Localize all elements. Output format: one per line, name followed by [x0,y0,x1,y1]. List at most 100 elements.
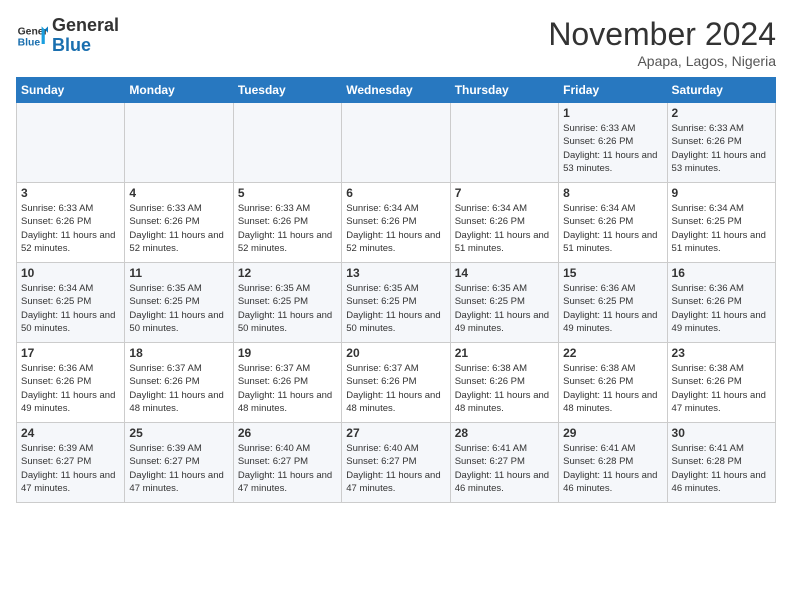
week-row-4: 17Sunrise: 6:36 AM Sunset: 6:26 PM Dayli… [17,343,776,423]
day-number: 6 [346,186,445,200]
logo: General Blue General Blue [16,16,119,56]
day-info: Sunrise: 6:40 AM Sunset: 6:27 PM Dayligh… [238,442,337,495]
svg-text:Blue: Blue [18,37,41,48]
day-number: 27 [346,426,445,440]
day-number: 10 [21,266,120,280]
calendar-cell: 8 Sunrise: 6:34 AM Sunset: 6:26 PM Daylig… [559,183,667,263]
day-header-wednesday: Wednesday [342,78,450,103]
day-info: Sunrise: 6:41 AM Sunset: 6:27 PM Dayligh… [455,442,554,495]
day-info: Sunrise: 6:37 AM Sunset: 6:26 PM Dayligh… [346,362,445,415]
day-info: Sunrise: 6:38 AM Sunset: 6:26 PM Dayligh… [672,362,771,415]
calendar-cell: 28 Sunrise: 6:41 AM Sunset: 6:27 PM Dayli… [450,423,558,503]
day-info: Sunrise: 6:35 AM Sunset: 6:25 PM Dayligh… [455,282,554,335]
calendar-cell: 25Sunrise: 6:39 AM Sunset: 6:27 PM Dayli… [125,423,233,503]
calendar-cell: 10Sunrise: 6:34 AM Sunset: 6:25 PM Dayli… [17,263,125,343]
day-number: 23 [672,346,771,360]
calendar-cell: 7 Sunrise: 6:34 AM Sunset: 6:26 PM Daylig… [450,183,558,263]
day-number: 18 [129,346,228,360]
day-number: 8 [563,186,662,200]
calendar-cell: 23 Sunrise: 6:38 AM Sunset: 6:26 PM Dayli… [667,343,775,423]
month-title: November 2024 [548,16,776,53]
day-header-friday: Friday [559,78,667,103]
calendar-cell: 2 Sunrise: 6:33 AM Sunset: 6:26 PM Daylig… [667,103,775,183]
day-number: 26 [238,426,337,440]
logo-text: General Blue [52,16,119,56]
day-info: Sunrise: 6:36 AM Sunset: 6:25 PM Dayligh… [563,282,662,335]
title-block: November 2024 Apapa, Lagos, Nigeria [548,16,776,69]
day-info: Sunrise: 6:37 AM Sunset: 6:26 PM Dayligh… [129,362,228,415]
calendar-cell: 20 Sunrise: 6:37 AM Sunset: 6:26 PM Dayli… [342,343,450,423]
calendar-cell: 29Sunrise: 6:41 AM Sunset: 6:28 PM Dayli… [559,423,667,503]
day-info: Sunrise: 6:33 AM Sunset: 6:26 PM Dayligh… [21,202,120,255]
day-header-tuesday: Tuesday [233,78,341,103]
day-header-thursday: Thursday [450,78,558,103]
day-info: Sunrise: 6:38 AM Sunset: 6:26 PM Dayligh… [455,362,554,415]
day-number: 13 [346,266,445,280]
calendar-cell: 13 Sunrise: 6:35 AM Sunset: 6:25 PM Dayli… [342,263,450,343]
day-number: 28 [455,426,554,440]
day-info: Sunrise: 6:33 AM Sunset: 6:26 PM Dayligh… [129,202,228,255]
day-number: 14 [455,266,554,280]
day-info: Sunrise: 6:41 AM Sunset: 6:28 PM Dayligh… [672,442,771,495]
day-info: Sunrise: 6:40 AM Sunset: 6:27 PM Dayligh… [346,442,445,495]
day-info: Sunrise: 6:33 AM Sunset: 6:26 PM Dayligh… [563,122,662,175]
day-number: 1 [563,106,662,120]
day-info: Sunrise: 6:41 AM Sunset: 6:28 PM Dayligh… [563,442,662,495]
day-info: Sunrise: 6:38 AM Sunset: 6:26 PM Dayligh… [563,362,662,415]
day-number: 21 [455,346,554,360]
day-number: 16 [672,266,771,280]
calendar-cell: 1 Sunrise: 6:33 AM Sunset: 6:26 PM Daylig… [559,103,667,183]
calendar-cell: 30 Sunrise: 6:41 AM Sunset: 6:28 PM Dayli… [667,423,775,503]
calendar-cell: 12Sunrise: 6:35 AM Sunset: 6:25 PM Dayli… [233,263,341,343]
day-number: 11 [129,266,228,280]
day-header-monday: Monday [125,78,233,103]
day-number: 17 [21,346,120,360]
page-header: General Blue General Blue November 2024 … [16,16,776,69]
day-number: 2 [672,106,771,120]
day-info: Sunrise: 6:34 AM Sunset: 6:26 PM Dayligh… [346,202,445,255]
calendar-cell: 18 Sunrise: 6:37 AM Sunset: 6:26 PM Dayli… [125,343,233,423]
day-info: Sunrise: 6:33 AM Sunset: 6:26 PM Dayligh… [672,122,771,175]
calendar-cell [125,103,233,183]
calendar-cell: 21 Sunrise: 6:38 AM Sunset: 6:26 PM Dayli… [450,343,558,423]
calendar-cell [233,103,341,183]
day-info: Sunrise: 6:34 AM Sunset: 6:26 PM Dayligh… [455,202,554,255]
day-number: 5 [238,186,337,200]
logo-icon: General Blue [16,20,48,52]
day-header-sunday: Sunday [17,78,125,103]
day-info: Sunrise: 6:36 AM Sunset: 6:26 PM Dayligh… [672,282,771,335]
day-info: Sunrise: 6:34 AM Sunset: 6:25 PM Dayligh… [672,202,771,255]
day-info: Sunrise: 6:33 AM Sunset: 6:26 PM Dayligh… [238,202,337,255]
calendar-cell: 4 Sunrise: 6:33 AM Sunset: 6:26 PM Daylig… [125,183,233,263]
day-info: Sunrise: 6:39 AM Sunset: 6:27 PM Dayligh… [21,442,120,495]
day-number: 4 [129,186,228,200]
day-info: Sunrise: 6:35 AM Sunset: 6:25 PM Dayligh… [129,282,228,335]
calendar-cell: 3 Sunrise: 6:33 AM Sunset: 6:26 PM Daylig… [17,183,125,263]
week-row-1: 1 Sunrise: 6:33 AM Sunset: 6:26 PM Daylig… [17,103,776,183]
day-info: Sunrise: 6:34 AM Sunset: 6:26 PM Dayligh… [563,202,662,255]
calendar-cell: 16 Sunrise: 6:36 AM Sunset: 6:26 PM Dayli… [667,263,775,343]
calendar-cell: 19Sunrise: 6:37 AM Sunset: 6:26 PM Dayli… [233,343,341,423]
day-number: 25 [129,426,228,440]
day-number: 19 [238,346,337,360]
day-number: 22 [563,346,662,360]
day-number: 9 [672,186,771,200]
calendar-cell: 22 Sunrise: 6:38 AM Sunset: 6:26 PM Dayli… [559,343,667,423]
day-number: 30 [672,426,771,440]
week-row-5: 24Sunrise: 6:39 AM Sunset: 6:27 PM Dayli… [17,423,776,503]
day-number: 7 [455,186,554,200]
calendar-cell [342,103,450,183]
day-number: 20 [346,346,445,360]
calendar-header-row: SundayMondayTuesdayWednesdayThursdayFrid… [17,78,776,103]
calendar-cell: 27 Sunrise: 6:40 AM Sunset: 6:27 PM Dayli… [342,423,450,503]
day-info: Sunrise: 6:35 AM Sunset: 6:25 PM Dayligh… [238,282,337,335]
day-header-saturday: Saturday [667,78,775,103]
calendar-cell: 6 Sunrise: 6:34 AM Sunset: 6:26 PM Daylig… [342,183,450,263]
day-info: Sunrise: 6:35 AM Sunset: 6:25 PM Dayligh… [346,282,445,335]
week-row-2: 3 Sunrise: 6:33 AM Sunset: 6:26 PM Daylig… [17,183,776,263]
day-number: 15 [563,266,662,280]
calendar-cell [450,103,558,183]
calendar-cell: 15 Sunrise: 6:36 AM Sunset: 6:25 PM Dayli… [559,263,667,343]
calendar-cell: 9 Sunrise: 6:34 AM Sunset: 6:25 PM Daylig… [667,183,775,263]
day-number: 3 [21,186,120,200]
